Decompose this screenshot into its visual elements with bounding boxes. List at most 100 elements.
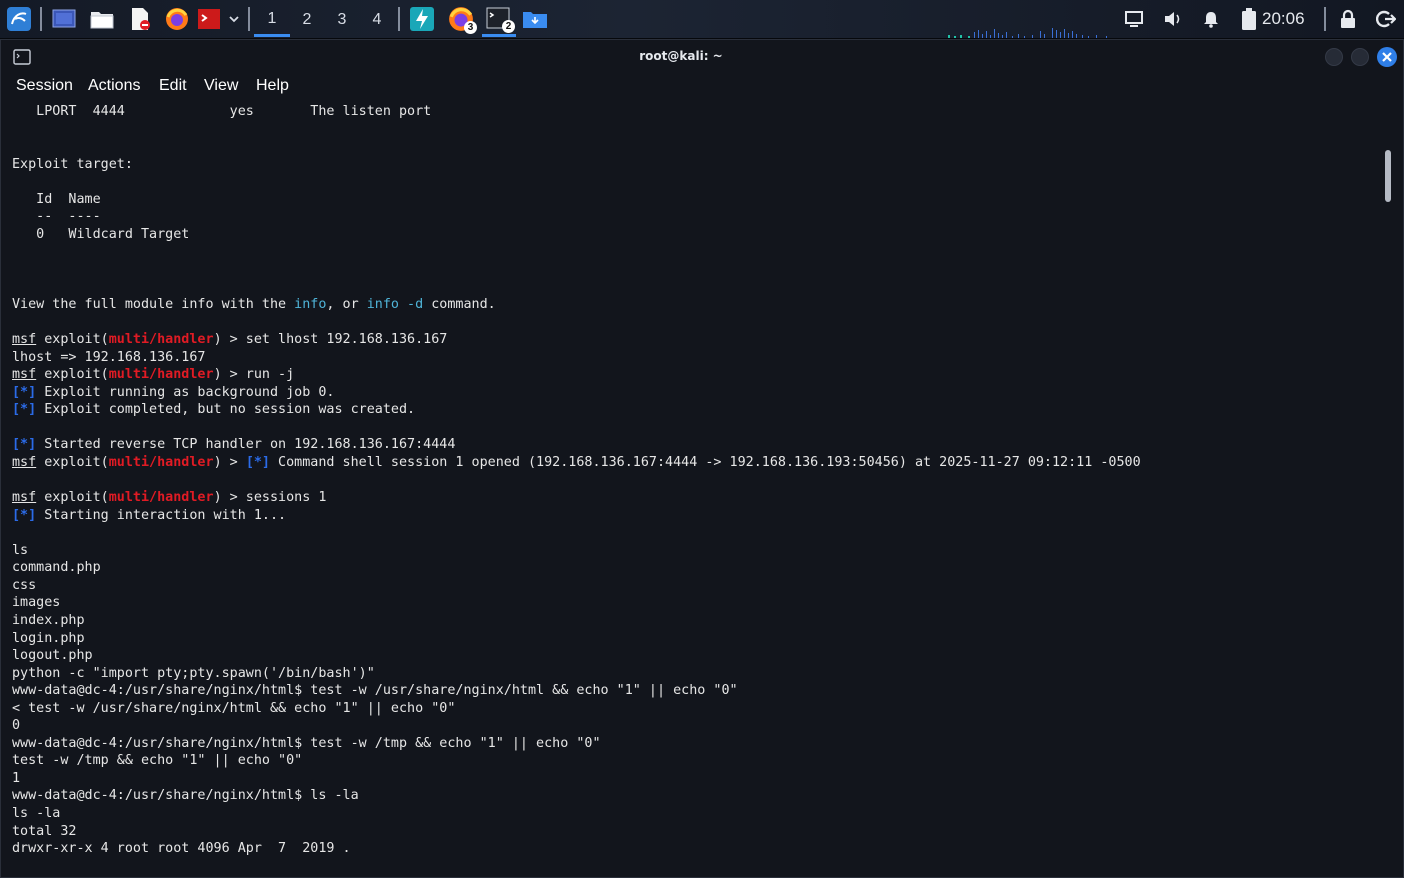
terminal-line: www-data@dc-4:/usr/share/nginx/html$ tes… <box>12 682 738 700</box>
notification-bell-icon[interactable] <box>1198 6 1224 32</box>
volume-icon[interactable] <box>1160 6 1186 32</box>
terminal-line: command.php <box>12 559 101 577</box>
minimize-button[interactable] <box>1325 48 1343 66</box>
battery-icon[interactable] <box>1236 6 1262 32</box>
chevron-down-icon[interactable] <box>226 5 242 33</box>
terminal-text-segment: drwxr-xr-x 4 root root 4096 Apr 7 2019 . <box>12 841 351 857</box>
terminal-line: < test -w /usr/share/nginx/html && echo … <box>12 700 455 718</box>
taskbar-separator <box>248 7 250 31</box>
close-icon <box>1382 52 1392 62</box>
terminal-line: View the full module info with the info,… <box>12 296 496 314</box>
terminal-text-segment: Started reverse TCP handler on 192.168.1… <box>36 437 456 453</box>
terminal-text-segment: msf <box>12 455 37 470</box>
terminal-text-segment: www-data@dc-4:/usr/share/nginx/html$ tes… <box>12 735 601 751</box>
lock-icon[interactable] <box>1335 6 1361 32</box>
terminal-line: msf exploit(multi/handler) > set lhost 1… <box>12 331 447 349</box>
firefox-task-icon[interactable]: 3 <box>446 5 477 34</box>
terminal-line: css <box>12 577 36 595</box>
clock[interactable]: 20:06 <box>1262 6 1305 32</box>
terminal-line: LPORT 4444 yes The listen port <box>12 103 431 121</box>
terminal-line: ls -la <box>12 805 60 823</box>
terminal-line: total 32 <box>12 823 77 841</box>
window-titlebar[interactable]: root@kali: ~ <box>1 40 1403 74</box>
close-button[interactable] <box>1377 47 1397 67</box>
terminal-task-icon[interactable]: 2 <box>482 4 516 37</box>
terminal-text-segment: www-data@dc-4:/usr/share/nginx/html$ tes… <box>12 683 738 699</box>
menu-edit[interactable]: Edit <box>159 74 187 98</box>
desktop-icon[interactable] <box>50 5 78 33</box>
workspace-4[interactable]: 4 <box>359 4 395 36</box>
terminal-text-segment: ) > <box>213 455 246 470</box>
terminal-red-icon[interactable] <box>196 5 222 33</box>
workspace-2[interactable]: 2 <box>289 4 325 36</box>
terminal-text-segment: ) > run -j <box>213 367 295 383</box>
terminal-text-segment: , or <box>326 297 367 313</box>
terminal-text-segment: css <box>12 577 37 593</box>
terminal-line: msf exploit(multi/handler) > sessions 1 <box>12 489 326 507</box>
terminal-text-segment: 0 <box>12 718 21 734</box>
taskbar-separator <box>1324 7 1326 31</box>
scrollbar-track[interactable] <box>1383 138 1391 873</box>
firefox-icon[interactable] <box>163 5 191 33</box>
terminal-text-segment: multi/handler <box>108 490 214 506</box>
terminal-line: index.php <box>12 612 85 630</box>
terminal-line: [*] Exploit running as background job 0. <box>12 384 334 402</box>
terminal-line: python -c "import pty;pty.spawn('/bin/ba… <box>12 665 375 683</box>
terminal-text-segment: test -w /tmp && echo "1" || echo "0" <box>12 753 303 769</box>
kali-menu-icon[interactable] <box>4 5 34 33</box>
terminal-text-segment: index.php <box>12 612 85 628</box>
file-manager-icon[interactable] <box>88 5 116 33</box>
terminal-text-segment: < test -w /usr/share/nginx/html && echo … <box>12 700 456 716</box>
download-folder-icon[interactable] <box>520 5 550 33</box>
menu-session[interactable]: Session <box>16 74 73 98</box>
logout-icon[interactable] <box>1373 6 1399 32</box>
terminal-text-segment: [*] <box>12 384 37 400</box>
terminal-line: [*] Starting interaction with 1... <box>12 507 286 525</box>
terminal-text-segment: multi/handler <box>108 367 214 383</box>
window-title: root@kali: ~ <box>639 49 723 63</box>
terminal-line: Id Name <box>12 191 101 209</box>
menu-actions[interactable]: Actions <box>88 74 140 98</box>
taskbar: 1 2 3 4 3 2 20:06 <box>0 0 1404 39</box>
terminal-text-segment: exploit( <box>36 332 109 348</box>
network-activity-graph <box>948 28 1107 38</box>
workspace-1[interactable]: 1 <box>254 4 290 37</box>
terminal-text-segment: [*] <box>12 437 37 453</box>
terminal-text-segment: logout.php <box>12 648 93 664</box>
terminal-line: logout.php <box>12 647 93 665</box>
menu-help[interactable]: Help <box>256 74 289 98</box>
terminal-text-segment: info -d <box>366 297 424 313</box>
maximize-button[interactable] <box>1351 48 1369 66</box>
terminal-text-segment: Starting interaction with 1... <box>36 507 287 523</box>
terminal-line: msf exploit(multi/handler) > run -j <box>12 366 294 384</box>
terminal-text-segment: [*] <box>12 507 37 523</box>
text-editor-icon[interactable] <box>126 5 154 33</box>
terminal-text-segment: [*] <box>245 455 270 470</box>
terminal-window: root@kali: ~ Session Actions Edit View H… <box>0 39 1404 878</box>
menu-view[interactable]: View <box>204 74 238 98</box>
workspace-3[interactable]: 3 <box>324 4 360 36</box>
lightning-app-icon[interactable] <box>408 5 436 33</box>
terminal-text-segment: LPORT 4444 yes The listen port <box>12 104 432 119</box>
terminal-text-segment: msf <box>12 367 37 383</box>
terminal-text-segment: Exploit completed, but no session was cr… <box>36 402 416 418</box>
terminal-line: lhost => 192.168.136.167 <box>12 349 205 367</box>
terminal-line: Exploit target: <box>12 156 133 174</box>
terminal-text-segment: [*] <box>12 402 37 418</box>
terminal-output[interactable]: LPORT 4444 yes The listen port Exploit ta… <box>12 103 1382 875</box>
terminal-text-segment: python -c "import pty;pty.spawn('/bin/ba… <box>12 665 375 681</box>
terminal-text-segment: command.php <box>12 560 101 576</box>
terminal-line: [*] Started reverse TCP handler on 192.1… <box>12 436 455 454</box>
scrollbar-thumb[interactable] <box>1385 150 1391 202</box>
terminal-text-segment: msf <box>12 490 37 506</box>
display-icon[interactable] <box>1121 6 1147 32</box>
terminal-text-segment: www-data@dc-4:/usr/share/nginx/html$ ls … <box>12 788 359 804</box>
terminal-text-segment: ) > set lhost 192.168.136.167 <box>213 332 448 348</box>
terminal-line: login.php <box>12 630 85 648</box>
terminal-text-segment: Command shell session 1 opened (192.168.… <box>270 455 1141 470</box>
terminal-text-segment: View the full module info with the <box>12 297 295 313</box>
menubar: Session Actions Edit View Help <box>1 74 1403 98</box>
terminal-text-segment: total 32 <box>12 823 77 839</box>
terminal-line: www-data@dc-4:/usr/share/nginx/html$ ls … <box>12 787 359 805</box>
taskbar-separator <box>40 7 42 31</box>
